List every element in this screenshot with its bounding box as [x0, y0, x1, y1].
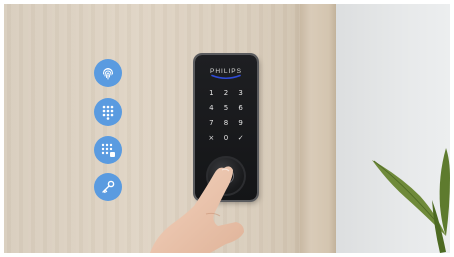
- plant-leaves: [372, 148, 450, 253]
- photo-scene: PHILIPS 1 2 3 4 5 6 7 8 9 × 0 ✓: [0, 0, 454, 257]
